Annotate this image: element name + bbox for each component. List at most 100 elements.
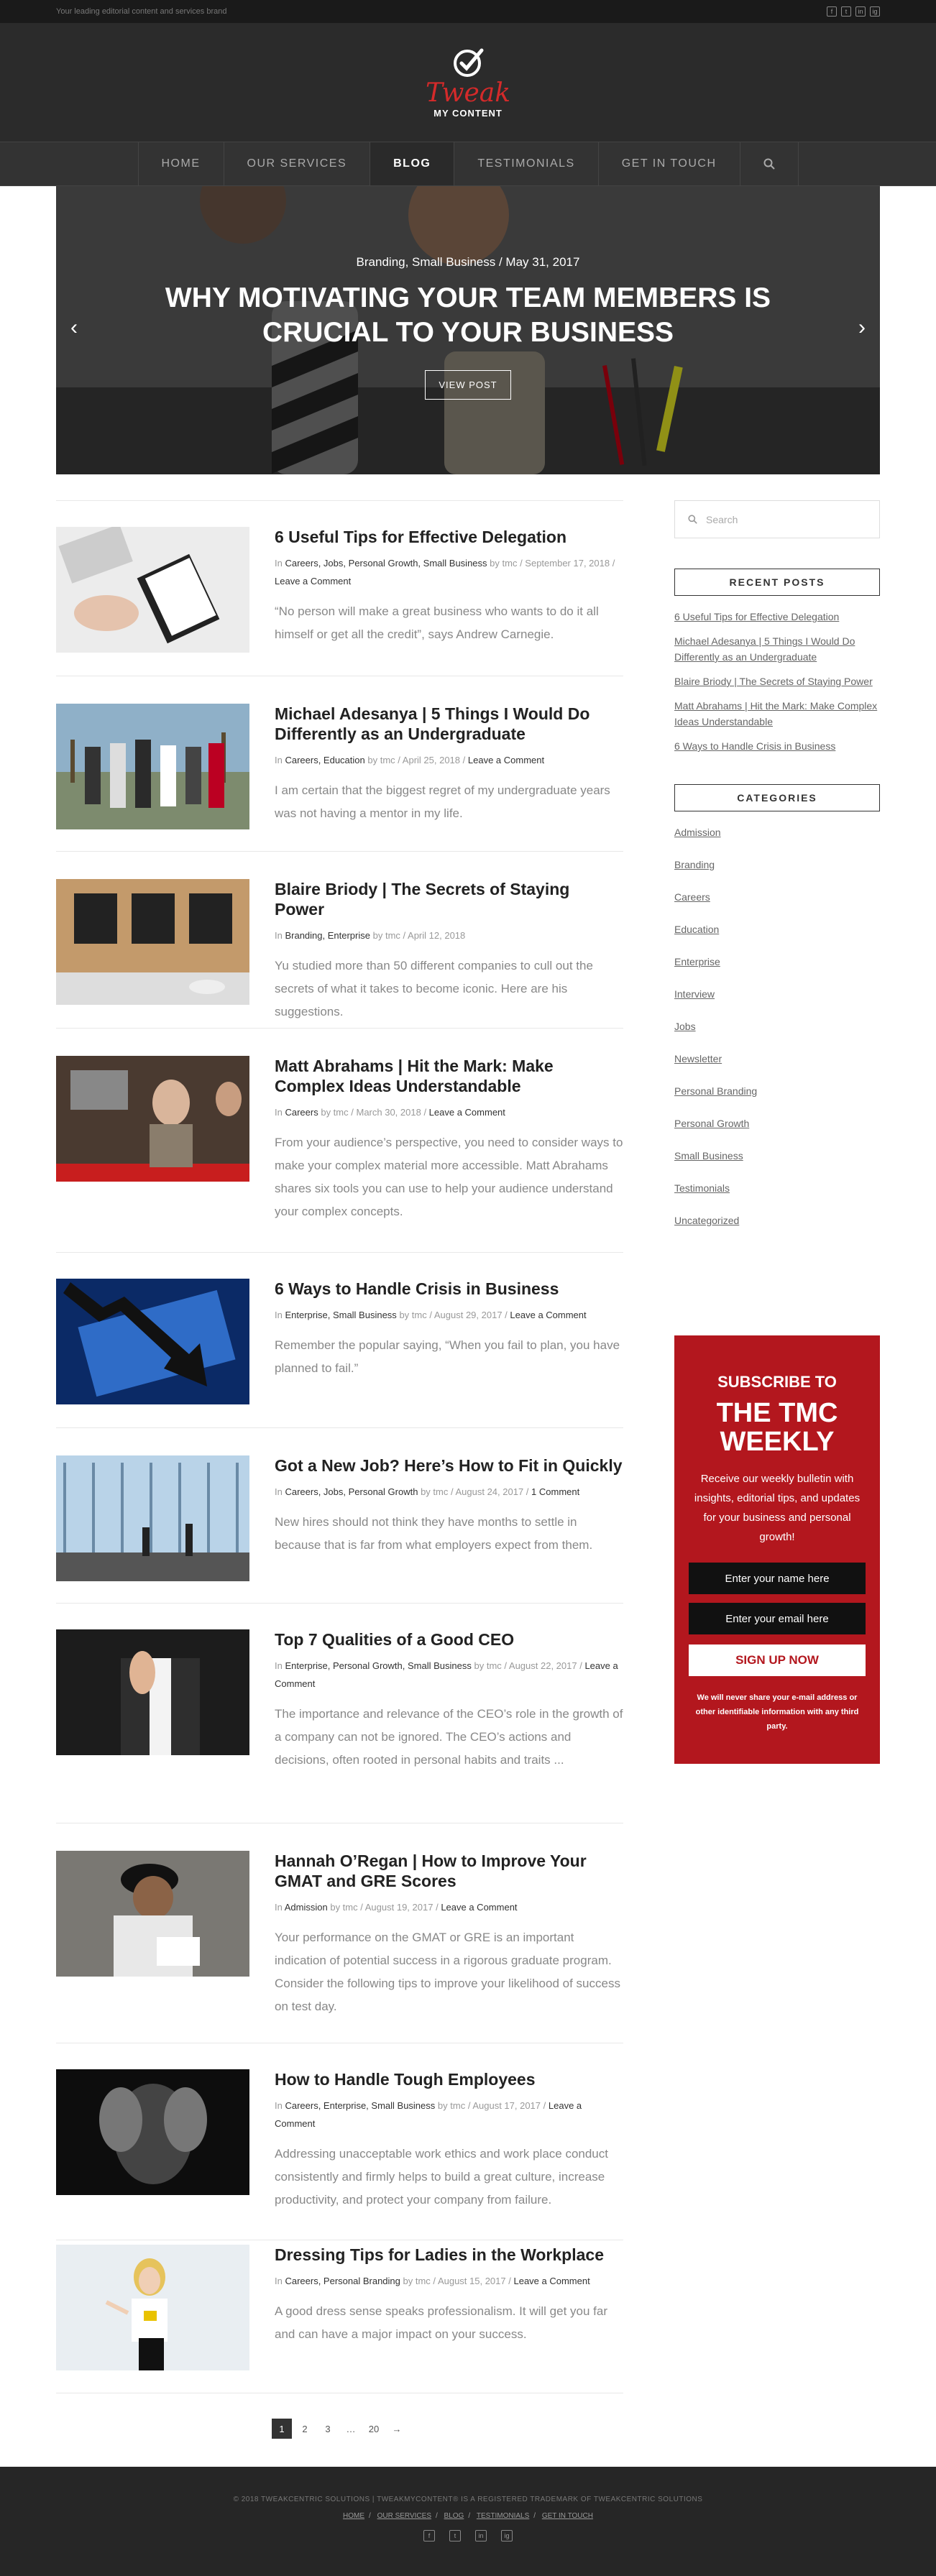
category-link[interactable]: Careers <box>674 889 880 905</box>
post-title[interactable]: 6 Ways to Handle Crisis in Business <box>275 1279 623 1299</box>
site-logo[interactable]: Tweak MY CONTENT <box>426 46 510 119</box>
nav-home[interactable]: HOME <box>139 142 224 185</box>
post-thumbnail[interactable] <box>56 2245 249 2370</box>
post-thumbnail[interactable] <box>56 1056 249 1182</box>
page-3[interactable]: 3 <box>318 2419 338 2439</box>
post-meta: In Careers by tmc / March 30, 2018 / Lea… <box>275 1107 505 1118</box>
facebook-icon[interactable]: f <box>827 6 837 17</box>
footer-link-testimonials[interactable]: TESTIMONIALS <box>477 2512 529 2520</box>
post-thumbnail[interactable] <box>56 2069 249 2195</box>
post-categories[interactable]: Branding, Enterprise <box>285 930 370 941</box>
next-page-icon[interactable]: → <box>387 2419 407 2439</box>
post-categories[interactable]: Careers, Jobs, Personal Growth, Small Bu… <box>285 558 487 569</box>
sign-up-button[interactable]: SIGN UP NOW <box>689 1644 866 1676</box>
recent-post-link[interactable]: Matt Abrahams | Hit the Mark: Make Compl… <box>674 698 880 730</box>
post-comment-link[interactable]: Leave a Comment <box>275 576 351 586</box>
view-post-button[interactable]: VIEW POST <box>425 370 511 400</box>
instagram-icon[interactable]: ig <box>501 2530 513 2542</box>
logo-sub: MY CONTENT <box>433 108 503 119</box>
post-meta: In Careers, Personal Branding by tmc / A… <box>275 2276 590 2286</box>
categories-title: CATEGORIES <box>674 784 880 811</box>
post-excerpt: Addressing unacceptable work ethics and … <box>275 2147 608 2207</box>
post-title[interactable]: How to Handle Tough Employees <box>275 2069 623 2089</box>
instagram-icon[interactable]: ig <box>870 6 880 17</box>
post-categories[interactable]: Careers, Enterprise, Small Business <box>285 2100 435 2111</box>
recent-post-link[interactable]: Blaire Briody | The Secrets of Staying P… <box>674 673 880 689</box>
post-categories[interactable]: Careers <box>285 1107 318 1118</box>
site-footer: © 2018 TWEAKCENTRIC SOLUTIONS | TWEAKMYC… <box>0 2467 936 2576</box>
post-title[interactable]: Top 7 Qualities of a Good CEO <box>275 1629 623 1650</box>
post-categories[interactable]: Careers, Jobs, Personal Growth <box>285 1486 418 1497</box>
post-categories[interactable]: Enterprise, Small Business <box>285 1310 396 1320</box>
footer-link-home[interactable]: HOME <box>343 2512 364 2520</box>
post-title[interactable]: Matt Abrahams | Hit the Mark: Make Compl… <box>275 1056 623 1096</box>
post-thumbnail[interactable] <box>56 1851 249 1977</box>
category-link[interactable]: Interview <box>674 986 880 1002</box>
post-comment-link[interactable]: Leave a Comment <box>441 1902 517 1913</box>
category-link[interactable]: Admission <box>674 824 880 840</box>
facebook-icon[interactable]: f <box>423 2530 435 2542</box>
category-link[interactable]: Branding <box>674 857 880 873</box>
post-excerpt: “No person will make a great business wh… <box>275 604 599 641</box>
post-categories[interactable]: Admission <box>285 1902 328 1913</box>
nav-our-services[interactable]: OUR SERVICES <box>224 142 371 185</box>
post-title[interactable]: Hannah O’Regan | How to Improve Your GMA… <box>275 1851 623 1891</box>
category-link[interactable]: Jobs <box>674 1018 880 1034</box>
post-thumbnail[interactable] <box>56 704 249 829</box>
category-link[interactable]: Newsletter <box>674 1051 880 1067</box>
post-comment-link[interactable]: Leave a Comment <box>513 2276 589 2286</box>
post-categories[interactable]: Enterprise, Personal Growth, Small Busin… <box>285 1660 471 1671</box>
post-comment-link[interactable]: Leave a Comment <box>429 1107 505 1118</box>
post-thumbnail[interactable] <box>56 1279 249 1404</box>
post-meta: In Careers, Education by tmc / April 25,… <box>275 755 545 765</box>
category-link[interactable]: Enterprise <box>674 954 880 970</box>
post-thumbnail[interactable] <box>56 1455 249 1581</box>
nav-search-button[interactable] <box>740 142 799 185</box>
category-link[interactable]: Education <box>674 921 880 937</box>
post-comment-link[interactable]: 1 Comment <box>531 1486 579 1497</box>
post-comment-link[interactable]: Leave a Comment <box>468 755 544 765</box>
post-list-item: Hannah O’Regan | How to Improve Your GMA… <box>56 1823 623 2043</box>
search-input[interactable]: Search <box>706 514 738 525</box>
category-link[interactable]: Personal Growth <box>674 1116 880 1131</box>
name-field[interactable]: Enter your name here <box>689 1563 866 1594</box>
post-title[interactable]: 6 Useful Tips for Effective Delegation <box>275 527 623 547</box>
post-categories[interactable]: Careers, Education <box>285 755 364 765</box>
twitter-icon[interactable]: t <box>449 2530 461 2542</box>
post-thumbnail[interactable] <box>56 527 249 653</box>
footer-link-blog[interactable]: BLOG <box>444 2512 464 2520</box>
nav-get-in-touch[interactable]: GET IN TOUCH <box>599 142 740 185</box>
sidebar-search[interactable]: Search <box>674 500 880 538</box>
category-link[interactable]: Small Business <box>674 1148 880 1164</box>
page-20[interactable]: 20 <box>364 2419 384 2439</box>
footer-link-services[interactable]: OUR SERVICES <box>377 2512 431 2520</box>
post-title[interactable]: Got a New Job? Here’s How to Fit in Quic… <box>275 1455 623 1476</box>
footer-link-contact[interactable]: GET IN TOUCH <box>542 2512 593 2520</box>
linkedin-icon[interactable]: in <box>855 6 866 17</box>
hero-slider: ‹ › Branding, Small Business / May 31, 2… <box>56 186 880 474</box>
post-thumbnail[interactable] <box>56 1629 249 1755</box>
nav-testimonials[interactable]: TESTIMONIALS <box>454 142 599 185</box>
linkedin-icon[interactable]: in <box>475 2530 487 2542</box>
post-meta: In Careers, Jobs, Personal Growth, Small… <box>275 558 615 586</box>
nav-blog[interactable]: BLOG <box>370 142 455 185</box>
category-link[interactable]: Personal Branding <box>674 1083 880 1099</box>
page-1[interactable]: 1 <box>272 2419 292 2439</box>
recent-post-link[interactable]: 6 Ways to Handle Crisis in Business <box>674 738 880 754</box>
post-comment-link[interactable]: Leave a Comment <box>510 1310 586 1320</box>
footer-social: f t in ig <box>0 2530 936 2542</box>
recent-post-link[interactable]: Michael Adesanya | 5 Things I Would Do D… <box>674 633 880 665</box>
email-field[interactable]: Enter your email here <box>689 1603 866 1634</box>
category-link[interactable]: Testimonials <box>674 1180 880 1196</box>
post-categories[interactable]: Careers, Personal Branding <box>285 2276 400 2286</box>
subscribe-text: Receive our weekly bulletin with insight… <box>694 1473 861 1543</box>
post-title[interactable]: Blaire Briody | The Secrets of Staying P… <box>275 879 623 919</box>
post-title[interactable]: Michael Adesanya | 5 Things I Would Do D… <box>275 704 623 744</box>
post-title[interactable]: Dressing Tips for Ladies in the Workplac… <box>275 2245 623 2265</box>
twitter-icon[interactable]: t <box>841 6 851 17</box>
category-link[interactable]: Uncategorized <box>674 1213 880 1228</box>
subscribe-widget: SUBSCRIBE TO THE TMC WEEKLY Receive our … <box>674 1335 880 1764</box>
post-thumbnail[interactable] <box>56 879 249 1005</box>
page-2[interactable]: 2 <box>295 2419 315 2439</box>
recent-post-link[interactable]: 6 Useful Tips for Effective Delegation <box>674 609 880 625</box>
